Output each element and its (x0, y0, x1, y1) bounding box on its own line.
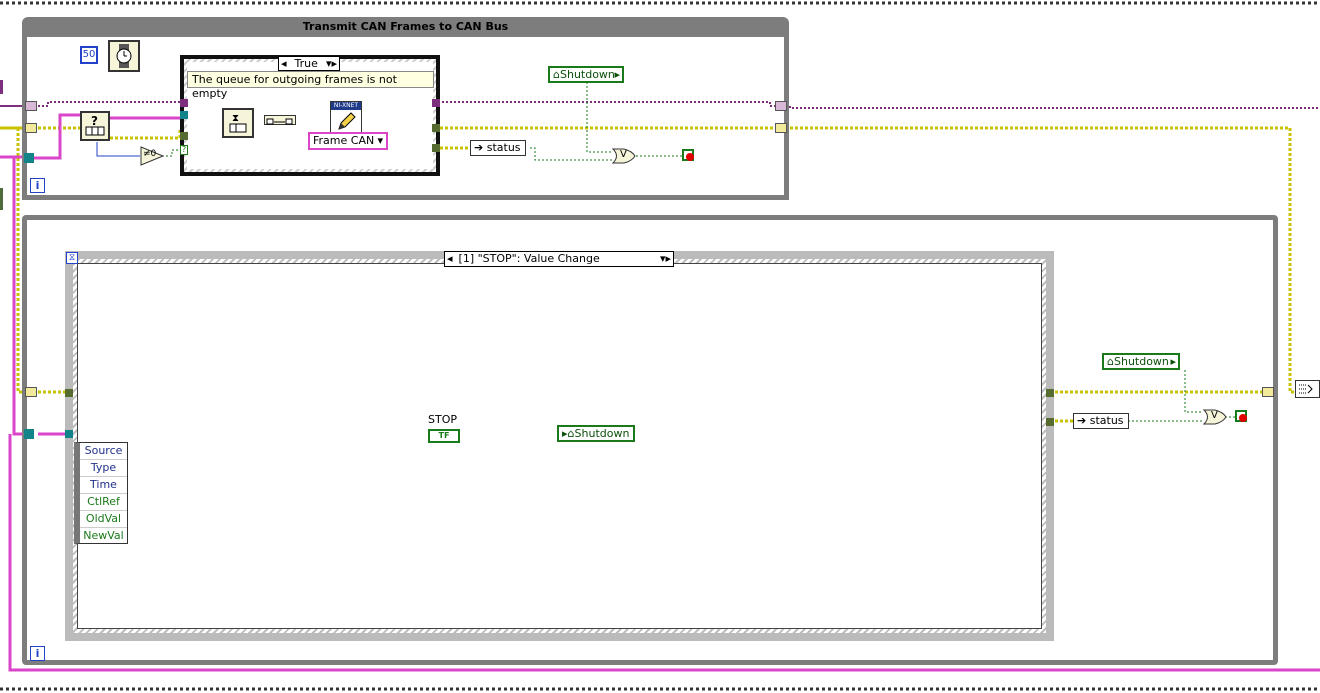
shutdown-local-right[interactable]: ⌂Shutdown ▸ (1102, 353, 1180, 370)
or-gate-top[interactable]: V (611, 148, 636, 164)
case-comment: The queue for outgoing frames is not emp… (187, 71, 434, 100)
left-edge-node-2 (0, 188, 3, 210)
xnet-mode-value: Frame CAN (313, 134, 375, 147)
or-gate-bottom[interactable]: V (1202, 409, 1227, 425)
wait-ms-function[interactable] (108, 40, 140, 72)
bundle-icon (266, 118, 293, 125)
event-tunnel-left-1 (65, 389, 73, 397)
shift-register-right-1 (775, 101, 787, 111)
case-tunnel-right-2 (432, 124, 440, 132)
case-tunnel-right-1 (432, 99, 440, 107)
top-loop-bottom-edge (22, 195, 789, 200)
left-edge-node-1 (0, 80, 3, 94)
arrow-right-icon: ➔ (474, 141, 484, 154)
case-tunnel-left-2 (180, 111, 188, 119)
event-data-node[interactable]: Source Type Time CtlRef OldVal NewVal (74, 442, 128, 544)
triangle-right-icon: ▸ (1170, 355, 1176, 368)
unbundle-status-label: status (486, 141, 521, 154)
event-tunnel-right-2 (1046, 418, 1054, 426)
dequeue-element-function[interactable]: ⧗ (222, 108, 254, 138)
pencil-icon (338, 112, 356, 130)
unbundle-frame-node[interactable] (264, 115, 296, 125)
or-gate-bottom-label: V (1211, 410, 1218, 421)
shift-register-left-1 (25, 101, 37, 111)
not-equal-zero-label: ≠0 (143, 149, 157, 159)
event-tunnel-right-1 (1046, 389, 1054, 397)
event-dropdown-icon[interactable]: ▾▸ (660, 252, 671, 266)
event-data-time: Time (80, 477, 127, 494)
house-icon: ⌂ (567, 427, 575, 440)
tunnel-bottom-queue (24, 429, 34, 439)
chevron-down-icon: ▾ (377, 134, 383, 147)
event-data-source: Source (80, 443, 127, 460)
arrow-right-icon: ➔ (1077, 414, 1087, 427)
wait-ms-constant[interactable]: 50 (80, 46, 98, 64)
shift-register-right-2 (775, 123, 787, 133)
queue-status-icon: ? (85, 114, 105, 136)
case-selector-terminal: ? (180, 145, 188, 155)
stop-caption: STOP (428, 413, 457, 426)
or-gate-label: V (620, 149, 627, 160)
case-tunnel-right-3 (432, 144, 440, 152)
xnet-badge: NI-XNET (331, 102, 361, 110)
event-selector[interactable]: ◂ [1] "STOP": Value Change ▾▸ (444, 251, 674, 267)
case-prev-arrow[interactable]: ◂ (281, 57, 287, 70)
event-data-type: Type (80, 460, 127, 477)
event-data-oldval: OldVal (80, 511, 127, 528)
case-selector[interactable]: ◂ True ▾▸ (278, 56, 340, 71)
event-data-newval: NewVal (83, 529, 124, 542)
event-selector-value: [1] "STOP": Value Change (458, 252, 600, 265)
xnet-mode-selector[interactable]: Frame CAN ▾ (308, 132, 388, 150)
stop-control-terminal[interactable]: TF (428, 429, 460, 443)
event-structure (65, 251, 1054, 641)
case-dropdown-icon[interactable]: ▾▸ (326, 57, 337, 70)
shutdown-local-bottom[interactable]: ▸⌂Shutdown (557, 425, 635, 442)
get-queue-status-function[interactable]: ? (80, 111, 110, 141)
svg-text:⧗: ⧗ (232, 113, 239, 124)
shutdown-local-bottom-label: Shutdown (574, 427, 630, 440)
stop-terminal-label: TF (438, 431, 450, 440)
xnet-write-function[interactable]: NI-XNET (330, 101, 362, 133)
tunnel-left-queue (24, 153, 34, 163)
case-tunnel-left-1 (180, 99, 188, 107)
case-selector-value: True (294, 57, 318, 70)
shutdown-local-label: Shutdown (559, 68, 615, 81)
stop-terminal-top (682, 149, 694, 161)
event-tunnel-left-2 (65, 430, 73, 438)
not-equal-zero-function[interactable]: ≠0 (140, 146, 165, 166)
shift-register-left-2 (25, 123, 37, 133)
unbundle-status-top[interactable]: ➔ status (470, 140, 526, 156)
wristwatch-icon (116, 44, 132, 68)
top-loop-title: Transmit CAN Frames to CAN Bus (302, 20, 509, 33)
top-loop-iteration-terminal: i (30, 178, 45, 193)
house-icon: ⌂ (553, 68, 560, 81)
shift-register-bottom-left (25, 387, 37, 397)
stop-terminal-bottom (1235, 410, 1247, 422)
event-data-ctlref: CtlRef (80, 494, 127, 511)
unbundle-status-bottom-label: status (1089, 414, 1124, 427)
shutdown-local-top[interactable]: ⌂Shutdown ▸ (548, 66, 624, 83)
merge-errors-node[interactable] (1295, 380, 1320, 398)
merge-icon (1299, 384, 1313, 394)
triangle-right-icon: ▸ (614, 68, 620, 81)
case-tunnel-left-3 (180, 132, 188, 140)
shutdown-local-right-label: Shutdown (1113, 355, 1169, 368)
house-icon: ⌂ (1107, 355, 1114, 368)
bottom-loop-iteration-terminal: i (30, 646, 45, 661)
dequeue-icon: ⧗ (229, 113, 247, 133)
unbundle-status-bottom[interactable]: ➔ status (1073, 413, 1129, 429)
hourglass-icon: ⧖ (66, 252, 78, 264)
svg-text:?: ? (91, 114, 98, 128)
shift-register-bottom-right (1262, 387, 1274, 397)
